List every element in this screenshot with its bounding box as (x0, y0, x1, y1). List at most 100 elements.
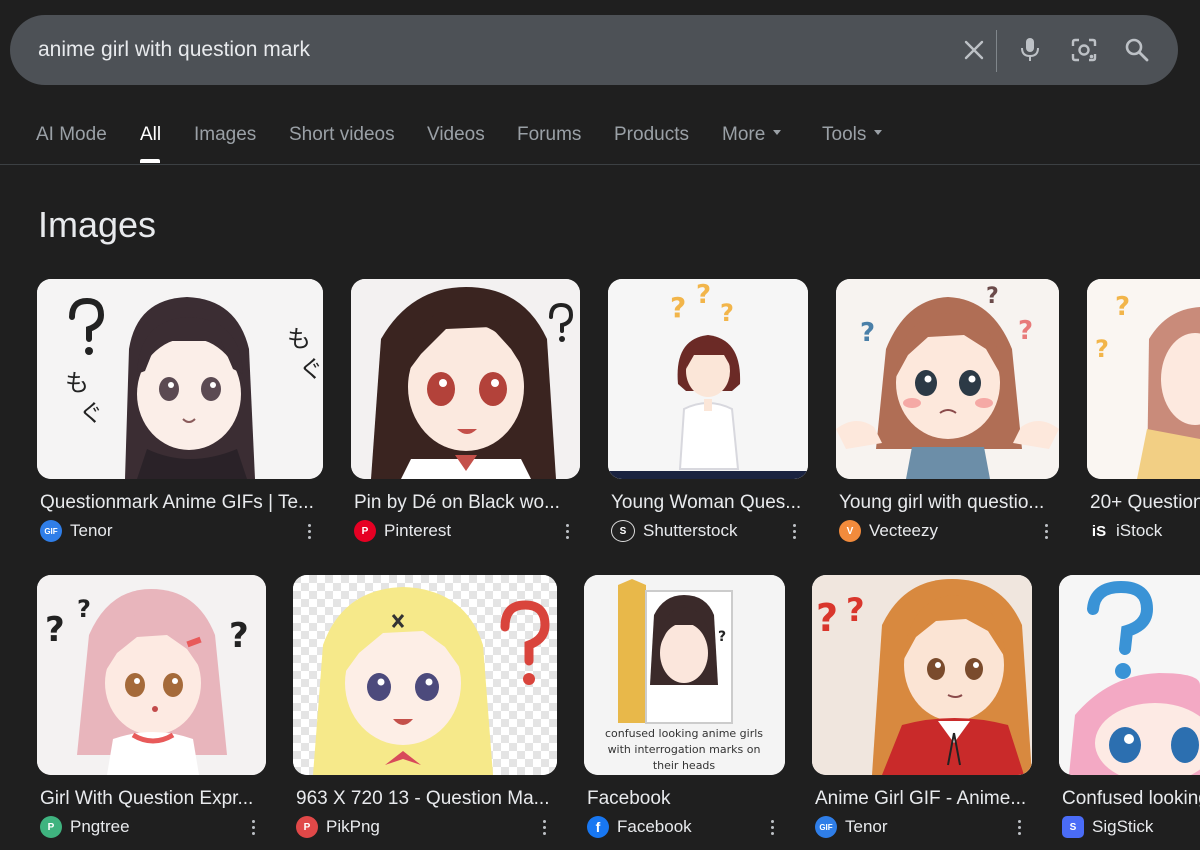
tab-tools[interactable]: Tools (822, 124, 883, 146)
svg-text:?: ? (229, 616, 249, 656)
svg-text:?: ? (1115, 292, 1130, 322)
svg-text:も: も (65, 369, 89, 397)
svg-text:?: ? (816, 596, 838, 640)
more-options-icon[interactable] (561, 519, 573, 543)
chevron-down-icon (874, 130, 883, 136)
pngtree-icon: P (40, 816, 62, 838)
source-name: Tenor (845, 817, 888, 836)
tab-more-label: More (722, 124, 766, 145)
more-options-icon[interactable] (538, 815, 550, 839)
result-title[interactable]: Questionmark Anime GIFs | Te... (40, 492, 322, 514)
image-thumbnail[interactable]: ? ? (1087, 279, 1200, 479)
image-thumbnail[interactable] (351, 279, 580, 479)
facebook-icon: f (587, 816, 609, 838)
result-title[interactable]: Young Woman Ques... (611, 492, 807, 514)
more-options-icon[interactable] (788, 519, 800, 543)
tab-tools-label: Tools (822, 124, 867, 145)
vecteezy-icon: V (839, 520, 861, 542)
tenor-icon: GIF (815, 816, 837, 838)
camera-lens-icon[interactable] (1064, 15, 1104, 85)
image-thumbnail[interactable] (293, 575, 557, 775)
source-name: Shutterstock (643, 521, 738, 540)
result-source[interactable]: P Pinterest (354, 519, 451, 543)
more-options-icon[interactable] (247, 815, 259, 839)
result-source[interactable]: P Pngtree (40, 815, 130, 839)
search-input[interactable]: anime girl with question mark (38, 15, 310, 85)
more-options-icon[interactable] (303, 519, 315, 543)
pinterest-icon: P (354, 520, 376, 542)
result-title[interactable]: Facebook (587, 788, 784, 810)
pikpng-icon: P (296, 816, 318, 838)
result-source[interactable]: S SigStick (1062, 815, 1153, 839)
result-title[interactable]: 963 X 720 13 - Question Ma... (296, 788, 556, 810)
svg-text:?: ? (720, 299, 734, 327)
source-name: Vecteezy (869, 521, 938, 540)
search-tabs: AI Mode All Images Short videos Videos F… (0, 110, 1200, 165)
source-name: Pngtree (70, 817, 130, 836)
svg-text:?: ? (860, 318, 875, 348)
svg-text:ぐ: ぐ (79, 399, 103, 427)
tab-forums[interactable]: Forums (517, 124, 581, 146)
search-bar: anime girl with question mark (10, 15, 1178, 85)
microphone-icon[interactable] (1010, 15, 1050, 85)
source-name: SigStick (1092, 817, 1154, 836)
thumb-caption: their heads (653, 759, 716, 772)
result-source[interactable]: f Facebook (587, 815, 692, 839)
source-name: Facebook (617, 817, 692, 836)
more-options-icon[interactable] (1040, 519, 1052, 543)
svg-text:?: ? (986, 284, 999, 309)
result-source[interactable]: S Shutterstock (611, 519, 738, 543)
active-tab-indicator (140, 159, 160, 163)
svg-text:?: ? (1018, 316, 1033, 346)
tab-images[interactable]: Images (194, 124, 256, 146)
svg-text:?: ? (670, 291, 686, 324)
tab-all[interactable]: All (140, 124, 161, 146)
shutterstock-icon: S (611, 520, 635, 542)
tab-videos[interactable]: Videos (427, 124, 485, 146)
more-options-icon[interactable] (766, 815, 778, 839)
image-thumbnail[interactable]: も ぐ も ぐ (37, 279, 323, 479)
chevron-down-icon (773, 130, 782, 136)
thumb-caption: confused looking anime girls (605, 727, 763, 740)
tab-products[interactable]: Products (614, 124, 689, 146)
image-thumbnail[interactable]: ? ? ? (836, 279, 1059, 479)
close-icon[interactable] (954, 15, 994, 85)
tab-more[interactable]: More (722, 124, 782, 146)
result-source[interactable]: P PikPng (296, 815, 380, 839)
svg-text:?: ? (846, 591, 865, 629)
svg-text:ぐ: ぐ (299, 355, 323, 383)
result-source[interactable]: GIF Tenor (815, 815, 888, 839)
tenor-icon: GIF (40, 520, 62, 542)
result-title[interactable]: Girl With Question Expr... (40, 788, 265, 810)
more-options-icon[interactable] (1013, 815, 1025, 839)
result-title[interactable]: Pin by Dé on Black wo... (354, 492, 579, 514)
search-icon[interactable] (1117, 15, 1157, 85)
tab-ai-mode[interactable]: AI Mode (36, 124, 107, 146)
source-name: Pinterest (384, 521, 452, 540)
result-source[interactable]: V Vecteezy (839, 519, 938, 543)
image-thumbnail[interactable] (1059, 575, 1200, 775)
result-title[interactable]: 20+ Question (1090, 492, 1200, 514)
image-thumbnail[interactable]: ? ? ? (37, 575, 266, 775)
istock-icon: iS (1091, 522, 1107, 540)
result-source[interactable]: GIF Tenor (40, 519, 113, 543)
svg-text:も: も (287, 325, 311, 353)
result-title[interactable]: Confused looking (1062, 788, 1200, 810)
source-name: PikPng (326, 817, 380, 836)
svg-text:?: ? (1095, 335, 1109, 363)
source-name: Tenor (70, 521, 113, 540)
tab-short-videos[interactable]: Short videos (289, 124, 395, 146)
svg-text:?: ? (718, 629, 726, 645)
thumb-caption: with interrogation marks on (608, 743, 761, 756)
result-source[interactable]: iS iStock (1090, 519, 1162, 543)
source-name: iStock (1116, 521, 1163, 540)
image-thumbnail[interactable]: ? confused looking anime girls with inte… (584, 575, 785, 775)
section-title: Images (38, 204, 157, 245)
result-title[interactable]: Anime Girl GIF - Anime... (815, 788, 1031, 810)
result-title[interactable]: Young girl with questio... (839, 492, 1058, 514)
sigstick-icon: S (1062, 816, 1084, 838)
image-thumbnail[interactable]: ? ? ? (608, 279, 808, 479)
image-thumbnail[interactable]: ? ? (812, 575, 1032, 775)
search-divider (996, 30, 997, 72)
svg-text:?: ? (77, 595, 91, 623)
